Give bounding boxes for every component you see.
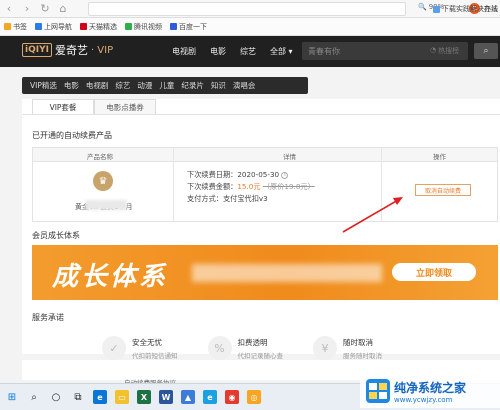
ie-glyph: e: [203, 390, 217, 404]
ie-icon[interactable]: e: [200, 387, 220, 407]
cortana-icon[interactable]: ○: [46, 387, 66, 407]
start-glyph: ⊞: [7, 391, 17, 403]
watermark-logo-icon: [366, 379, 390, 403]
watermark-url: www.ycwjzy.com: [394, 395, 453, 404]
word-icon[interactable]: W: [156, 387, 176, 407]
search-glyph: ⌕: [31, 391, 37, 403]
word-glyph: W: [159, 390, 173, 404]
arrow-head: [393, 197, 403, 205]
photos-icon[interactable]: ▲: [178, 387, 198, 407]
logo-square: [379, 383, 387, 390]
task-view-icon[interactable]: ⧉: [68, 387, 88, 407]
start-icon[interactable]: ⊞: [2, 387, 22, 407]
edge-glyph: e: [93, 390, 107, 404]
excel-icon[interactable]: X: [134, 387, 154, 407]
chrome-glyph: ◉: [225, 390, 239, 404]
chrome-icon[interactable]: ◉: [222, 387, 242, 407]
photos-glyph: ▲: [181, 390, 195, 404]
explorer-glyph: ▭: [115, 390, 129, 404]
browser-glyph: ◎: [247, 390, 261, 404]
task-view-glyph: ⧉: [74, 391, 82, 403]
annotation-arrow: [342, 197, 403, 233]
watermark-title: 纯净系统之家: [394, 380, 467, 395]
site-watermark: 纯净系统之家 www.ycwjzy.com: [360, 374, 500, 408]
arrow-line: [342, 199, 399, 233]
explorer-icon[interactable]: ▭: [112, 387, 132, 407]
logo-square: [369, 383, 377, 390]
cortana-glyph: ○: [51, 391, 61, 403]
logo-square: [379, 392, 387, 399]
search-icon[interactable]: ⌕: [24, 387, 44, 407]
browser-icon[interactable]: ◎: [244, 387, 264, 407]
edge-icon[interactable]: e: [90, 387, 110, 407]
excel-glyph: X: [137, 390, 151, 404]
logo-square: [369, 392, 377, 399]
